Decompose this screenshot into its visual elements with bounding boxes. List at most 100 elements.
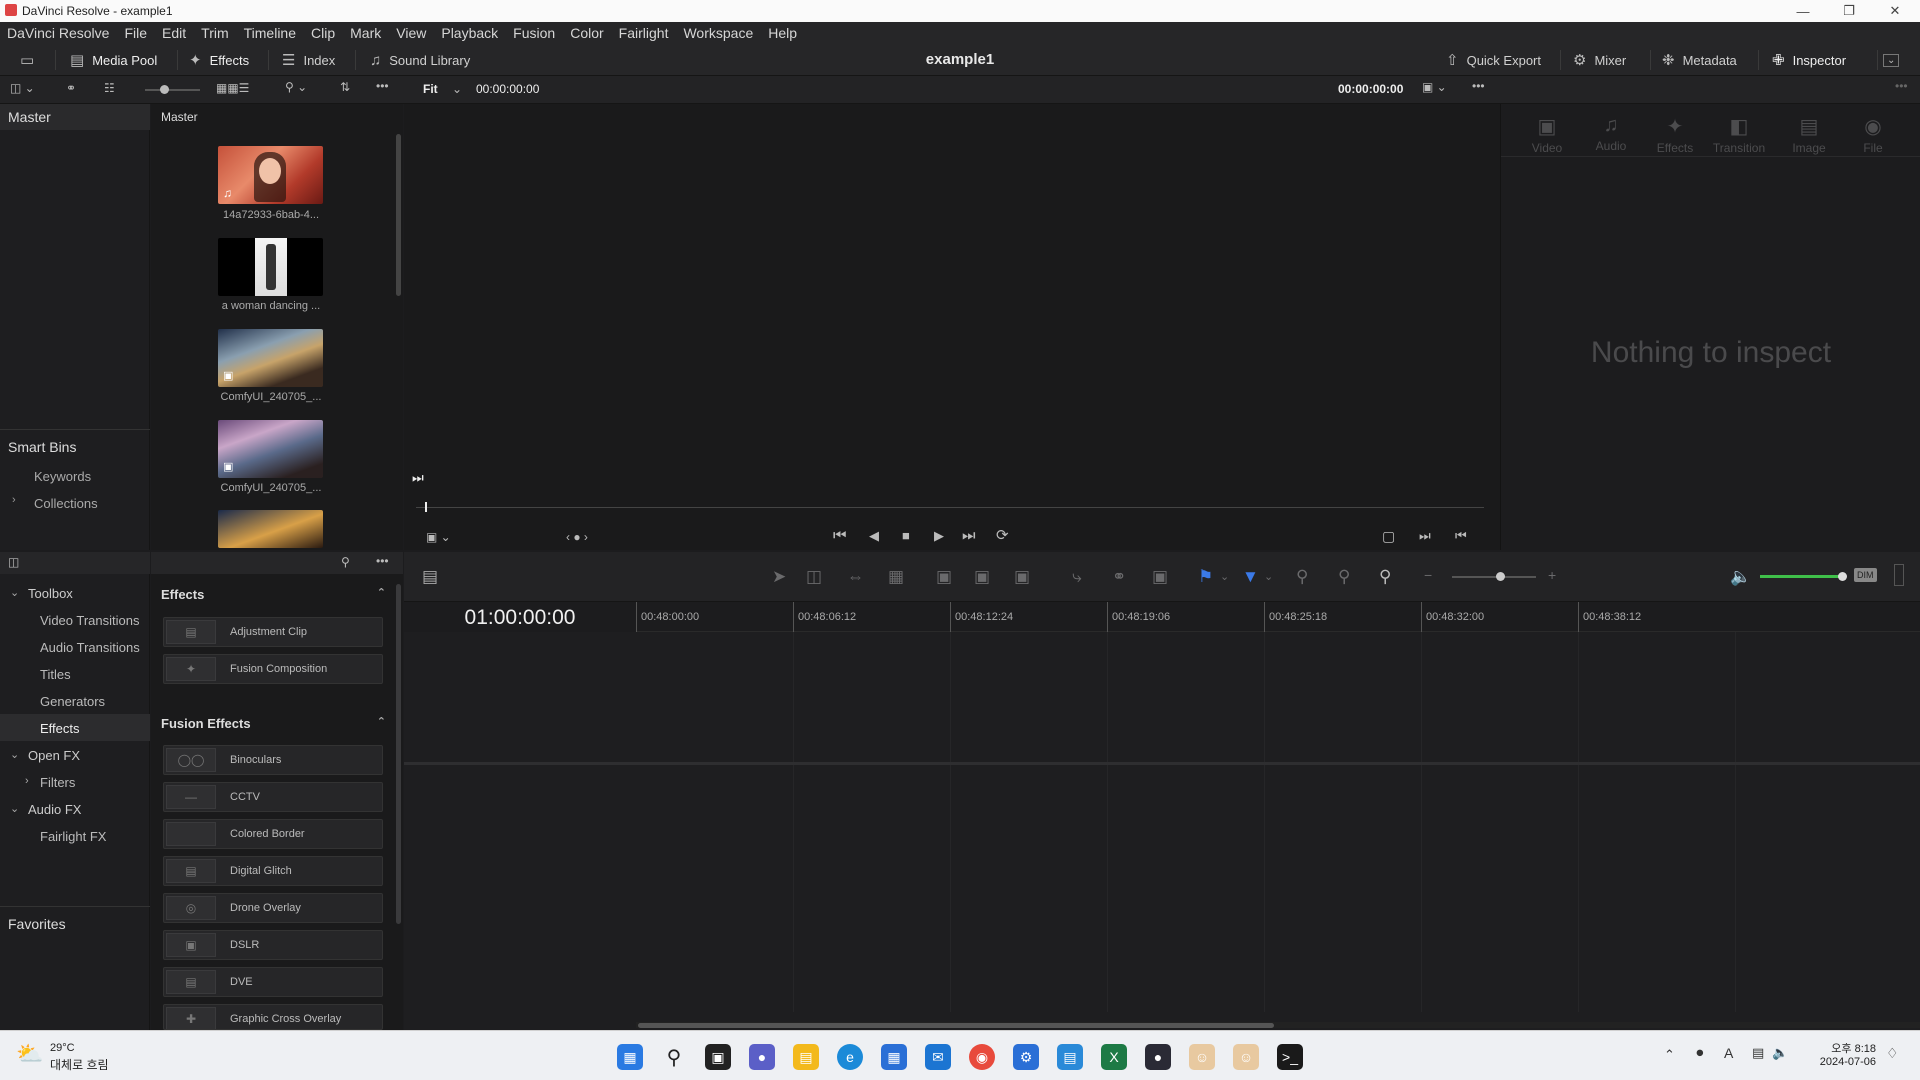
tree-generators[interactable]: Generators: [0, 687, 150, 714]
settings-app-icon[interactable]: ⚙: [1013, 1044, 1039, 1070]
inspector-tab-file[interactable]: ◉ File: [1843, 114, 1903, 155]
tree-titles[interactable]: Titles: [0, 660, 150, 687]
filter-icon[interactable]: ☷: [104, 81, 115, 95]
chevron-down-icon[interactable]: ⌄: [1220, 570, 1229, 583]
previous-edit-icon[interactable]: ⏮: [1455, 528, 1467, 544]
chevron-up-icon[interactable]: ⌃: [377, 586, 386, 599]
word-app-icon[interactable]: ▤: [1057, 1044, 1083, 1070]
clip-thumbnail[interactable]: ▣: [218, 329, 323, 387]
zoom-detail-icon[interactable]: ⚲: [1338, 567, 1350, 587]
bin-master[interactable]: Master: [0, 104, 150, 130]
chevron-right-icon[interactable]: ›: [12, 494, 16, 506]
playhead[interactable]: [425, 502, 427, 512]
chevron-up-icon[interactable]: ⌃: [1664, 1047, 1675, 1063]
viewer-scrubber[interactable]: [416, 507, 1484, 508]
tree-toolbox[interactable]: ⌄ Toolbox: [0, 579, 150, 606]
view-mode-icon[interactable]: ▦▦☰: [216, 81, 249, 95]
zoom-custom-icon[interactable]: ⚲: [1379, 567, 1391, 587]
insert-clip-icon[interactable]: ▣: [936, 567, 952, 587]
tree-audio-fx[interactable]: ⌄ Audio FX: [0, 795, 150, 822]
video-audio-divider[interactable]: [404, 762, 1920, 765]
zoom-slider-handle[interactable]: [1496, 572, 1505, 581]
next-edit-icon[interactable]: ⏭: [1419, 528, 1431, 544]
clip-thumbnail[interactable]: [218, 510, 323, 548]
effect-binoculars[interactable]: ◯◯ Binoculars: [163, 745, 383, 775]
inspector-tab-effects[interactable]: ✦ Effects: [1645, 114, 1705, 155]
smart-bin-collections[interactable]: Collections: [34, 496, 98, 511]
menu-clip[interactable]: Clip: [311, 25, 335, 41]
restore-button[interactable]: ❐: [1826, 0, 1872, 22]
tree-audio-transitions[interactable]: Audio Transitions: [0, 633, 150, 660]
speaker-icon[interactable]: 🔈: [1772, 1045, 1788, 1061]
windows-start-icon[interactable]: ▦: [617, 1044, 643, 1070]
sort-icon[interactable]: ⇅: [340, 80, 350, 94]
notification-bell-icon[interactable]: ♢: [1886, 1045, 1899, 1062]
task-view-icon[interactable]: ▣: [705, 1044, 731, 1070]
inspector-tab-audio[interactable]: ♫ Audio: [1581, 114, 1641, 153]
zoom-full-icon[interactable]: ⚲: [1296, 567, 1308, 587]
replace-clip-icon[interactable]: ▣: [1014, 567, 1030, 587]
zoom-in-icon[interactable]: +: [1548, 567, 1556, 583]
go-to-end-icon[interactable]: ⏭: [962, 527, 976, 544]
selection-tool-icon[interactable]: ➤: [772, 567, 786, 587]
tree-effects[interactable]: Effects: [0, 714, 150, 741]
clip-thumbnail[interactable]: ▣: [218, 420, 323, 478]
inspector-tab-transition[interactable]: ◧ Transition: [1709, 114, 1769, 155]
minimize-button[interactable]: —: [1780, 0, 1826, 22]
loop-icon[interactable]: ⟳: [996, 526, 1009, 544]
search-icon[interactable]: ⚲: [341, 555, 350, 569]
effect-cctv[interactable]: — CCTV: [163, 782, 383, 812]
terminal-icon[interactable]: >_: [1277, 1044, 1303, 1070]
volume-slider[interactable]: [1760, 575, 1842, 578]
menu-timeline[interactable]: Timeline: [244, 25, 296, 41]
close-button[interactable]: ✕: [1872, 0, 1918, 22]
play-icon[interactable]: ▶: [934, 528, 944, 544]
chevron-down-icon[interactable]: ⌄: [1264, 570, 1273, 583]
stop-icon[interactable]: ■: [902, 528, 910, 543]
microphone-icon[interactable]: ⚫: [1694, 1045, 1706, 1062]
teams-icon[interactable]: ●: [749, 1044, 775, 1070]
volume-slider-handle[interactable]: [1838, 572, 1847, 581]
jog-control-icon[interactable]: ‹ ● ›: [566, 530, 588, 544]
effect-drone-overlay[interactable]: ◎ Drone Overlay: [163, 893, 383, 923]
clip-thumbnail[interactable]: ♫: [218, 146, 323, 204]
timeline-ruler[interactable]: 00:48:00:00 00:48:06:12 00:48:12:24 00:4…: [636, 602, 1920, 632]
menu-fusion[interactable]: Fusion: [513, 25, 555, 41]
effects-scrollbar[interactable]: [396, 584, 401, 924]
more-options-icon[interactable]: •••: [376, 79, 389, 93]
clock-time[interactable]: 오후 8:18: [1826, 1040, 1876, 1056]
clock-date[interactable]: 2024-07-06: [1806, 1056, 1876, 1068]
network-icon[interactable]: ▤: [1752, 1045, 1764, 1061]
go-to-end-icon[interactable]: ⏭: [412, 470, 424, 486]
volume-icon[interactable]: 🔈: [1730, 567, 1751, 587]
chevron-down-icon[interactable]: ⌄: [452, 82, 462, 96]
menu-file[interactable]: File: [124, 25, 147, 41]
timeline-scrollbar-thumb[interactable]: [638, 1023, 1274, 1028]
menu-help[interactable]: Help: [768, 25, 797, 41]
menu-playback[interactable]: Playback: [441, 25, 498, 41]
menu-mark[interactable]: Mark: [350, 25, 381, 41]
app-icon[interactable]: ☺: [1189, 1044, 1215, 1070]
smart-bin-keywords[interactable]: Keywords: [34, 469, 91, 484]
go-to-start-icon[interactable]: ⏮: [833, 527, 847, 544]
chrome-icon[interactable]: ◉: [969, 1044, 995, 1070]
inspector-tab-image[interactable]: ▤ Image: [1779, 114, 1839, 155]
viewer-options-icon[interactable]: ▣ ⌄: [1422, 80, 1447, 94]
step-back-icon[interactable]: ◀: [869, 528, 879, 544]
snapping-icon[interactable]: ⤷: [1072, 567, 1082, 587]
timeline-view-options-icon[interactable]: ▤: [422, 567, 438, 587]
lock-icon[interactable]: ▣: [1152, 567, 1168, 587]
panel-toggle-icon[interactable]: ◫: [8, 555, 19, 569]
effect-digital-glitch[interactable]: ▤ Digital Glitch: [163, 856, 383, 886]
tree-video-transitions[interactable]: Video Transitions: [0, 606, 150, 633]
file-explorer-icon[interactable]: ▤: [793, 1044, 819, 1070]
viewer-zoom[interactable]: Fit: [423, 82, 438, 96]
store-icon[interactable]: ▦: [881, 1044, 907, 1070]
inspector-tab-video[interactable]: ▣ Video: [1517, 114, 1577, 155]
menu-davinci-resolve[interactable]: DaVinci Resolve: [7, 25, 109, 41]
input-method-icon[interactable]: A: [1724, 1045, 1733, 1061]
marker-icon[interactable]: ▼: [1242, 567, 1259, 587]
menu-workspace[interactable]: Workspace: [683, 25, 753, 41]
clip-thumbnail[interactable]: [218, 238, 323, 296]
effect-graphic-cross-overlay[interactable]: ✚ Graphic Cross Overlay: [163, 1004, 383, 1030]
